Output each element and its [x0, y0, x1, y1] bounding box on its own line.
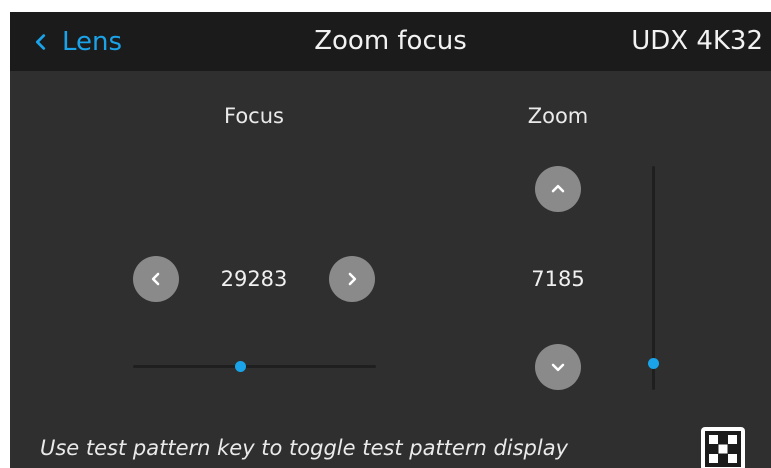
- zoom-label: Zoom: [527, 104, 589, 128]
- focus-value: 29283: [220, 267, 288, 291]
- chevron-left-icon: [151, 272, 160, 286]
- back-button[interactable]: Lens: [30, 12, 122, 71]
- zoom-value: 7185: [531, 267, 585, 291]
- focus-decrease-button[interactable]: [133, 256, 179, 302]
- test-pattern-icon[interactable]: [700, 426, 746, 468]
- header-bar: Lens Zoom focus UDX 4K32: [10, 12, 771, 71]
- zoom-slider[interactable]: [648, 166, 659, 390]
- focus-slider[interactable]: [133, 361, 376, 372]
- projector-model: UDX 4K32: [631, 26, 763, 56]
- chevron-right-icon: [348, 272, 357, 286]
- back-button-label: Lens: [62, 26, 123, 57]
- focus-increase-button[interactable]: [329, 256, 375, 302]
- zoom-focus-screen: Lens Zoom focus UDX 4K32 Focus 29283 Zoo…: [10, 12, 771, 468]
- focus-label: Focus: [224, 104, 284, 128]
- zoom-decrease-button[interactable]: [535, 344, 581, 390]
- chevron-up-icon: [551, 184, 565, 193]
- zoom-increase-button[interactable]: [535, 166, 581, 212]
- test-pattern-hint: Use test pattern key to toggle test patt…: [40, 436, 569, 460]
- chevron-down-icon: [551, 363, 565, 372]
- focus-slider-thumb[interactable]: [234, 361, 246, 372]
- chevron-left-icon: [35, 33, 46, 50]
- zoom-slider-thumb[interactable]: [648, 358, 659, 370]
